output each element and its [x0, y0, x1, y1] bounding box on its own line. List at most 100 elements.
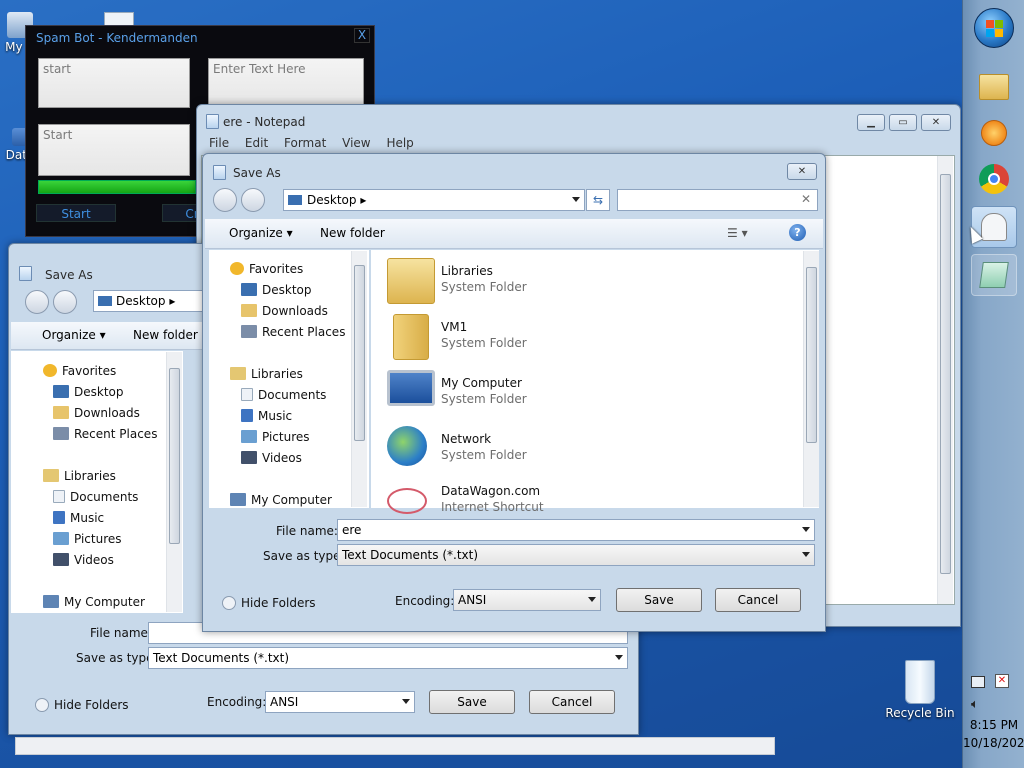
cancel-button[interactable]: Cancel	[715, 588, 801, 612]
scroll-thumb[interactable]	[169, 368, 180, 544]
tree-recent-places[interactable]: Recent Places	[241, 325, 345, 339]
taskbar-spambot-button[interactable]	[971, 206, 1017, 248]
file-name: DataWagon.com	[441, 484, 541, 498]
menu-edit[interactable]: Edit	[245, 136, 268, 150]
view-options-button[interactable]: ☰ ▾	[727, 226, 748, 240]
taskbar-media-player-button[interactable]	[971, 112, 1017, 154]
taskbar-notepad-button[interactable]	[971, 254, 1017, 296]
tree-my-computer[interactable]: My Computer	[230, 493, 332, 507]
navigation-scrollbar[interactable]	[351, 251, 367, 507]
tree-videos[interactable]: Videos	[241, 451, 302, 465]
tree-documents[interactable]: Documents	[241, 388, 326, 402]
notepad-icon	[206, 114, 219, 129]
tree-desktop[interactable]: Desktop	[53, 385, 124, 399]
organize-button[interactable]: Organize ▾	[229, 226, 293, 240]
action-center-tray-icon[interactable]: ✕	[995, 674, 1009, 688]
scroll-thumb[interactable]	[940, 174, 951, 574]
new-folder-button[interactable]: New folder	[133, 328, 198, 342]
hide-folders-button[interactable]: Hide Folders	[222, 596, 316, 610]
spam-bot-count-input[interactable]: Start	[38, 124, 190, 176]
desktop-icon	[288, 195, 302, 205]
file-list-scrollbar[interactable]	[803, 251, 819, 507]
spam-bot-target-input[interactable]: start	[38, 58, 190, 108]
documents-icon	[53, 490, 65, 503]
tree-music[interactable]: Music	[241, 409, 292, 423]
clock-date[interactable]: 10/18/2022	[963, 736, 1024, 750]
tree-my-computer[interactable]: My Computer	[43, 595, 145, 609]
tree-libraries[interactable]: Libraries	[230, 367, 303, 381]
cancel-button[interactable]: Cancel	[529, 690, 615, 714]
back-button[interactable]	[213, 188, 237, 212]
desktop-icon-recycle-bin[interactable]: Recycle Bin	[884, 660, 956, 720]
tree-downloads[interactable]: Downloads	[53, 406, 140, 420]
tree-downloads[interactable]: Downloads	[241, 304, 328, 318]
refresh-button[interactable]: ⇆	[586, 189, 610, 211]
chrome-icon	[979, 164, 1009, 194]
file-name-input[interactable]: ere	[337, 519, 815, 541]
encoding-select[interactable]: ANSI	[453, 589, 601, 611]
taskbar-explorer-button[interactable]	[971, 66, 1017, 108]
videos-icon	[53, 553, 69, 566]
scroll-thumb[interactable]	[806, 267, 817, 443]
spam-bot-message-input[interactable]: Enter Text Here	[208, 58, 364, 108]
tree-music[interactable]: Music	[53, 511, 104, 525]
tree-libraries[interactable]: Libraries	[43, 469, 116, 483]
menu-file[interactable]: File	[209, 136, 229, 150]
help-icon[interactable]: ?	[789, 224, 806, 241]
location-breadcrumb[interactable]: Desktop ▸	[283, 189, 585, 211]
libraries-folder-icon	[387, 258, 435, 304]
tree-favorites[interactable]: Favorites	[43, 364, 116, 378]
notepad-horizontal-scrollbar[interactable]	[15, 737, 775, 755]
clock-time[interactable]: 8:15 PM	[963, 718, 1024, 732]
tree-videos[interactable]: Videos	[53, 553, 114, 567]
maximize-button[interactable]: ▭	[889, 114, 917, 131]
forward-button[interactable]	[53, 290, 77, 314]
file-type: System Folder	[441, 280, 527, 294]
hide-folders-button[interactable]: Hide Folders	[35, 698, 129, 712]
network-tray-icon[interactable]	[971, 676, 985, 688]
file-name-label: File name:	[90, 626, 152, 640]
menu-help[interactable]: Help	[386, 136, 413, 150]
tree-favorites[interactable]: Favorites	[230, 262, 303, 276]
tree-desktop[interactable]: Desktop	[241, 283, 312, 297]
navigation-scrollbar[interactable]	[166, 352, 182, 612]
notepad-icon	[213, 165, 226, 180]
menu-view[interactable]: View	[342, 136, 370, 150]
minimize-button[interactable]: ▁	[857, 114, 885, 131]
chevron-down-icon	[615, 655, 623, 660]
save-as-type-select[interactable]: Text Documents (*.txt)	[337, 544, 815, 566]
clear-search-icon[interactable]: ✕	[801, 192, 811, 206]
save-button[interactable]: Save	[429, 690, 515, 714]
file-name: My Computer	[441, 376, 522, 390]
save-as-type-select[interactable]: Text Documents (*.txt)	[148, 647, 628, 669]
forward-button[interactable]	[241, 188, 265, 212]
notepad-vertical-scrollbar[interactable]	[937, 156, 953, 604]
tree-recent-places[interactable]: Recent Places	[53, 427, 157, 441]
tree-documents[interactable]: Documents	[53, 490, 138, 504]
volume-tray-icon[interactable]: 🔈︎	[971, 697, 979, 712]
ghost-icon	[981, 213, 1007, 241]
menu-format[interactable]: Format	[284, 136, 326, 150]
taskbar: ✕ 🔈︎ 8:15 PM 10/18/2022	[962, 0, 1024, 768]
new-folder-button[interactable]: New folder	[320, 226, 385, 240]
notepad-desktop-icon[interactable]	[104, 12, 134, 26]
encoding-select[interactable]: ANSI	[265, 691, 415, 713]
scroll-thumb[interactable]	[354, 265, 365, 441]
close-button[interactable]: ✕	[787, 163, 817, 180]
chevron-down-icon[interactable]	[572, 197, 580, 202]
spam-bot-close-button[interactable]: X	[354, 28, 370, 43]
taskbar-chrome-button[interactable]	[971, 158, 1017, 200]
organize-button[interactable]: Organize ▾	[42, 328, 106, 342]
start-button[interactable]	[974, 8, 1014, 48]
location-breadcrumb[interactable]: Desktop ▸	[93, 290, 213, 312]
spam-bot-start-button[interactable]: Start	[36, 204, 116, 222]
back-button[interactable]	[25, 290, 49, 314]
save-as-dialog: Save As ✕ Desktop ▸ ⇆ ✕ Organize ▾ New f…	[202, 153, 826, 632]
save-button[interactable]: Save	[616, 588, 702, 612]
computer-icon	[387, 370, 435, 406]
search-input[interactable]	[617, 189, 818, 211]
close-button[interactable]: ✕	[921, 114, 951, 131]
file-name-label: File name:	[276, 524, 338, 538]
tree-pictures[interactable]: Pictures	[53, 532, 122, 546]
tree-pictures[interactable]: Pictures	[241, 430, 310, 444]
